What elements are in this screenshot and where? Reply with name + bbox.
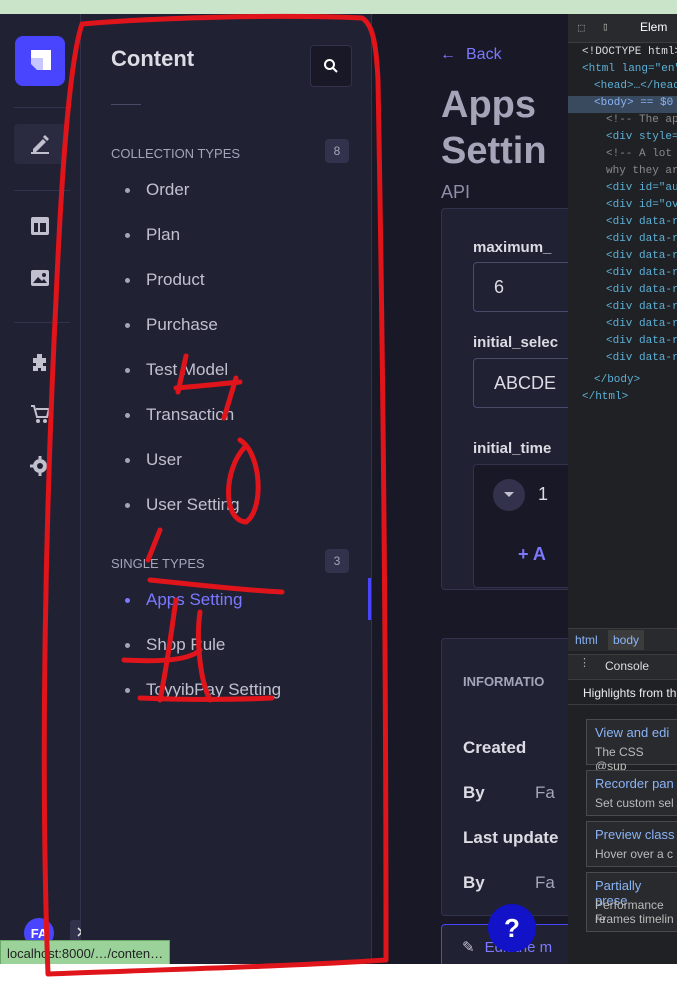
red-hide-scribble bbox=[121, 353, 285, 703]
red-outline bbox=[41, 13, 389, 977]
red-annotation bbox=[41, 13, 389, 977]
